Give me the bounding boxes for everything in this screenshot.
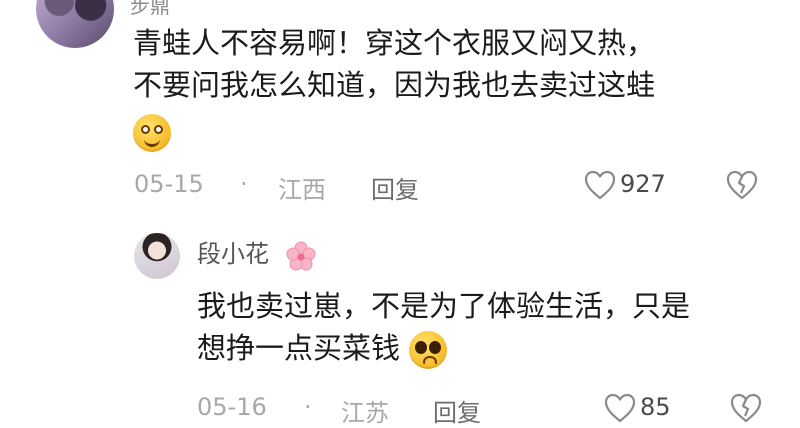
- reply-date: 05-16: [197, 393, 267, 421]
- broken-heart-icon: [730, 393, 762, 423]
- reply-like-count: 85: [640, 393, 671, 421]
- like-button[interactable]: [584, 170, 616, 200]
- heart-icon: [584, 170, 616, 200]
- reply-dislike-button[interactable]: [730, 393, 762, 423]
- dislike-button[interactable]: [726, 170, 758, 200]
- smiling-face-emoji: [133, 114, 171, 152]
- reply-button[interactable]: 回复: [433, 393, 481, 428]
- reply-button[interactable]: 回复: [371, 170, 419, 205]
- reply-line-2: 想挣一点买菜钱: [197, 331, 401, 365]
- meta-separator: ·: [240, 170, 248, 198]
- meta-separator: ·: [304, 393, 312, 421]
- reply-like-button[interactable]: [604, 393, 636, 423]
- like-count: 927: [620, 170, 666, 198]
- reply-line-1: 我也卖过崽，不是为了体验生活，只是: [197, 289, 691, 323]
- cherry-blossom-icon: [285, 240, 317, 272]
- comment-line-1: 青蛙人不容易啊！穿这个衣服又闷又热，: [133, 26, 656, 60]
- comment-location: 江西: [278, 176, 326, 204]
- reply-username[interactable]: 段小花: [197, 234, 269, 269]
- comment-date: 05-15: [134, 170, 204, 198]
- username[interactable]: 步鼎: [130, 0, 170, 19]
- broken-heart-icon: [726, 170, 758, 200]
- reply-text: 我也卖过崽，不是为了体验生活，只是 想挣一点买菜钱: [197, 285, 757, 369]
- comment-text: 青蛙人不容易啊！穿这个衣服又闷又热， 不要问我怎么知道，因为我也去卖过这蛙: [133, 22, 773, 156]
- avatar[interactable]: [36, 0, 114, 48]
- heart-icon: [604, 393, 636, 423]
- reply-avatar[interactable]: [134, 233, 180, 279]
- pleading-face-emoji: [409, 331, 448, 369]
- comment-line-2: 不要问我怎么知道，因为我也去卖过这蛙: [133, 68, 656, 102]
- reply-location: 江苏: [341, 399, 389, 427]
